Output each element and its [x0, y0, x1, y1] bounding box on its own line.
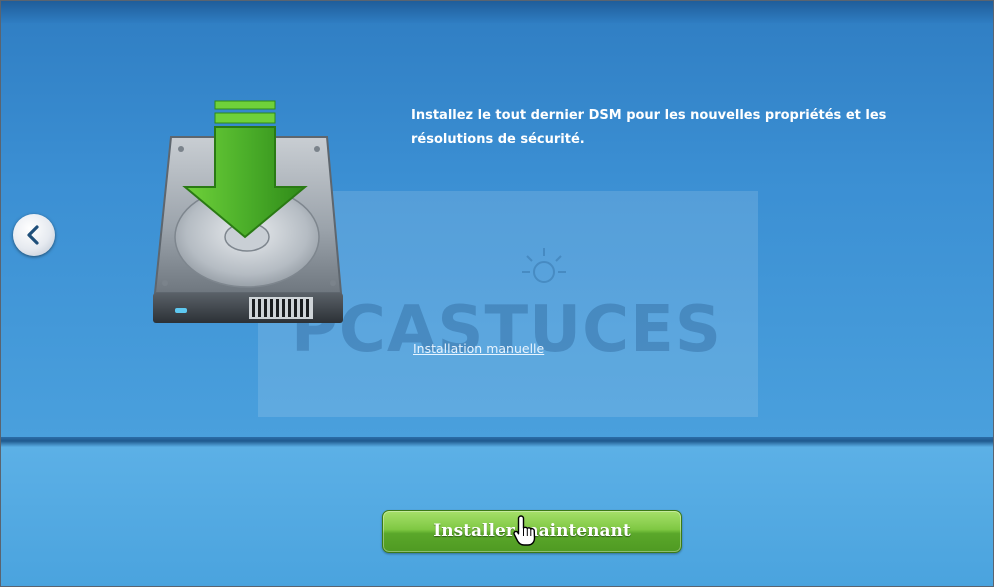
- watermark-bulb-icon: [522, 248, 566, 283]
- hard-drive-download-icon: [153, 100, 343, 323]
- panel-divider: [1, 437, 993, 447]
- description-line-2: résolutions de sécurité.: [411, 132, 585, 147]
- back-button[interactable]: [13, 214, 55, 256]
- hand-pointer-icon: [513, 515, 536, 546]
- update-description: Installez le tout dernier DSM pour les n…: [411, 104, 951, 152]
- description-line-1: Installez le tout dernier DSM pour les n…: [411, 108, 887, 123]
- chevron-left-icon: [27, 225, 39, 245]
- manual-install-link[interactable]: Installation manuelle: [413, 341, 544, 356]
- installer-window: PCASTUCES Installez le tout dernier DSM …: [0, 0, 994, 587]
